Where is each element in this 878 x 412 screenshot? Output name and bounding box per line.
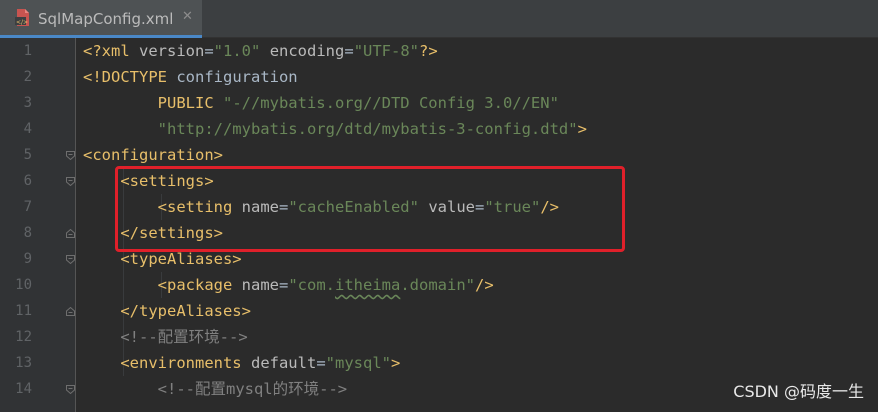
- self-close: />: [474, 276, 494, 294]
- editor-tab-bar: </> SqlMapConfig.xml ✕: [0, 0, 878, 38]
- fold-open-icon[interactable]: [66, 151, 75, 160]
- code-line-3: PUBLIC "-//mybatis.org//DTD Config 3.0//…: [83, 90, 559, 116]
- xml-decl-open: <?xml: [83, 42, 139, 60]
- comment: <!--配置环境-->: [120, 328, 248, 346]
- value-encoding: "UTF-8": [353, 42, 420, 60]
- watermark: CSDN @码度一生: [733, 382, 864, 401]
- code-line-12: <!--配置环境-->: [83, 324, 248, 350]
- type-aliases-open-tag: <typeAliases>: [120, 250, 242, 268]
- doctype-keyword: <!DOCTYPE: [83, 68, 177, 86]
- line-number: 11: [15, 303, 32, 319]
- line-number: 6: [23, 173, 32, 189]
- code-line-11: </typeAliases>: [83, 298, 251, 324]
- fold-open-icon[interactable]: [66, 385, 75, 394]
- system-id: "http://mybatis.org/dtd/mybatis-3-config…: [157, 120, 578, 138]
- line-number: 3: [23, 95, 32, 111]
- configuration-open-tag: <configuration>: [83, 146, 223, 164]
- attr-encoding: encoding: [269, 42, 345, 60]
- code-line-4: "http://mybatis.org/dtd/mybatis-3-config…: [83, 116, 587, 142]
- xml-decl-close: ?>: [419, 42, 438, 60]
- public-id: "-//mybatis.org//DTD Config 3.0//EN": [222, 94, 559, 112]
- xml-file-icon: </>: [15, 9, 29, 26]
- attr-default: default: [250, 354, 317, 372]
- comment: <!--配置mysql的环境-->: [157, 380, 348, 398]
- line-number: 4: [23, 121, 32, 137]
- fold-close-icon[interactable]: [66, 229, 75, 238]
- type-aliases-close-tag: </typeAliases>: [120, 302, 251, 320]
- line-number-gutter: 1 2 3 4 5 6 7 8 9 10 11 12 13 14: [0, 38, 76, 412]
- fold-close-icon[interactable]: [66, 307, 75, 316]
- fold-open-icon[interactable]: [66, 177, 75, 186]
- value-package-prefix: "com.: [288, 276, 335, 294]
- equals: =: [316, 354, 326, 372]
- code-line-14: <!--配置mysql的环境-->: [83, 376, 347, 402]
- doctype-root: configuration: [176, 68, 298, 86]
- svg-text:</>: </>: [16, 19, 28, 26]
- tag-close: >: [390, 354, 401, 372]
- line-number: 2: [23, 69, 32, 85]
- tab-sqlmapconfig[interactable]: </> SqlMapConfig.xml ✕: [0, 0, 202, 38]
- line-number: 8: [23, 225, 32, 241]
- line-number: 14: [15, 381, 32, 397]
- code-line-13: <environments default="mysql">: [83, 350, 400, 376]
- line-number: 9: [23, 251, 32, 267]
- close-icon[interactable]: ✕: [182, 9, 193, 24]
- code-line-2: <!DOCTYPE configuration: [83, 64, 298, 90]
- line-number: 7: [23, 199, 32, 215]
- value-mysql: "mysql": [325, 354, 391, 372]
- line-number: 13: [15, 355, 32, 371]
- tab-label: SqlMapConfig.xml: [38, 10, 174, 28]
- line-number: 1: [23, 43, 32, 59]
- environments-open-tag: <environments: [120, 354, 251, 372]
- public-keyword: PUBLIC: [157, 94, 223, 112]
- value-package-suffix: .domain": [400, 276, 475, 294]
- equals: =: [344, 42, 354, 60]
- code-line-1: <?xml version="1.0" encoding="UTF-8"?>: [83, 38, 438, 64]
- fold-open-icon[interactable]: [66, 255, 75, 264]
- attr-version: version: [139, 42, 205, 60]
- doctype-close: >: [577, 120, 587, 138]
- equals: =: [278, 276, 289, 294]
- settings-highlight-box: [115, 166, 625, 252]
- line-number: 5: [23, 147, 32, 163]
- attr-name: name: [241, 276, 279, 294]
- spelling-warning[interactable]: itheima: [335, 276, 400, 294]
- code-line-5: <configuration>: [83, 142, 223, 168]
- code-line-10: <package name="com.itheima.domain"/>: [83, 272, 494, 298]
- value-version: "1.0": [213, 42, 261, 60]
- equals: =: [204, 42, 214, 60]
- package-tag: <package: [157, 276, 242, 294]
- code-editor[interactable]: <?xml version="1.0" encoding="UTF-8"?> <…: [77, 38, 878, 412]
- line-number: 10: [15, 277, 32, 293]
- line-number: 12: [15, 329, 32, 345]
